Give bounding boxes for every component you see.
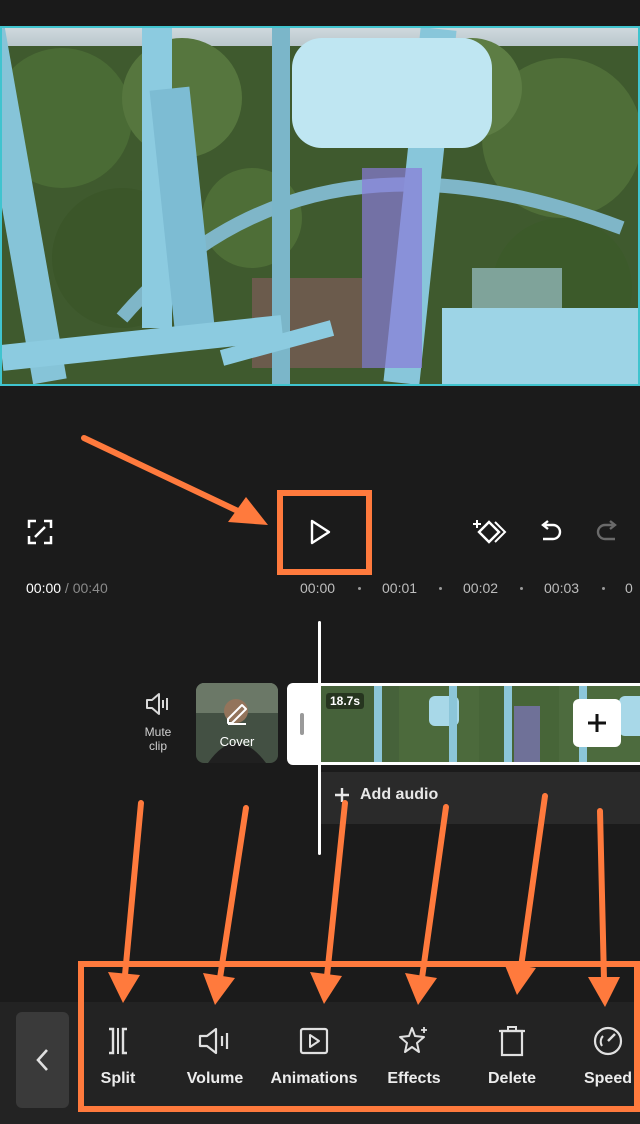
handle-grip (300, 713, 304, 735)
cover-button[interactable]: Cover (196, 683, 278, 763)
clip-duration-badge: 18.7s (326, 693, 365, 709)
arrow-to-speed (597, 808, 607, 983)
add-clip-button[interactable] (573, 699, 621, 747)
annotation-box-toolbar (78, 961, 640, 1112)
add-audio-button[interactable]: Add audio (334, 786, 438, 804)
redo-icon[interactable] (588, 512, 628, 552)
video-frame-image (2, 28, 638, 384)
add-audio-label: Add audio (360, 786, 439, 803)
keyframe-icon[interactable] (470, 512, 510, 552)
ruler-tick: 00:01 (382, 580, 418, 596)
playhead[interactable] (318, 621, 321, 855)
arrow-to-split (122, 800, 144, 978)
fullscreen-icon[interactable] (22, 514, 58, 550)
chevron-left-icon (35, 1049, 48, 1071)
plus-icon (588, 714, 606, 732)
clip-trim-handle[interactable] (287, 683, 319, 765)
ruler-dot (520, 587, 523, 590)
arrow-to-effects (419, 804, 449, 981)
ruler-tick: 00:00 (300, 580, 336, 596)
ruler-dot (602, 587, 605, 590)
arrow-to-volume (217, 805, 249, 981)
ruler-tick-partial: 0 (625, 580, 633, 596)
audio-track[interactable]: Add audio (320, 772, 640, 824)
ruler-tick: 00:02 (463, 580, 499, 596)
video-preview[interactable] (0, 26, 640, 386)
annotation-box-play (277, 490, 372, 575)
speaker-icon (146, 693, 168, 715)
ruler-dot (358, 587, 361, 590)
mute-label-line2: clip (148, 739, 167, 753)
cover-label: Cover (219, 734, 255, 749)
back-button[interactable] (16, 1012, 69, 1108)
ruler-tick: 00:03 (544, 580, 580, 596)
plus-icon (335, 788, 349, 802)
status-bar (0, 0, 640, 26)
pencil-icon (227, 704, 247, 725)
mute-label-line1: Mute (144, 725, 172, 739)
mute-clip-button[interactable]: Mute clip (128, 692, 188, 753)
arrow-to-animations (324, 800, 348, 979)
ruler-dot (439, 587, 442, 590)
video-editor-screen: 00:00 / 00:40 00:00 00:01 00:02 00:03 0 … (0, 0, 640, 1124)
timeline-ruler[interactable]: 00:00 00:01 00:02 00:03 0 (0, 580, 640, 598)
undo-icon[interactable] (530, 512, 570, 552)
